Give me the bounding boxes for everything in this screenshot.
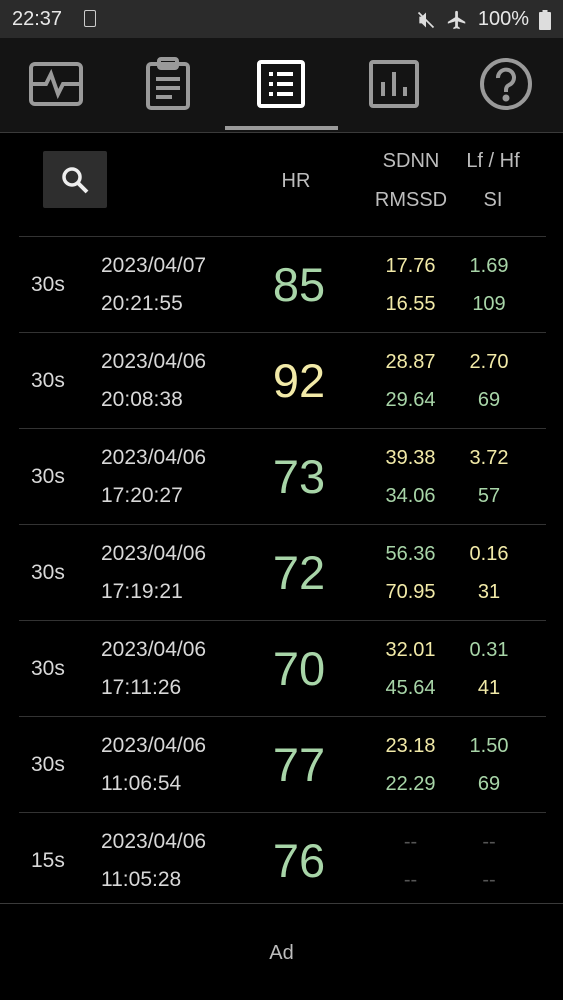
header-sdnn[interactable]: SDNN [369, 150, 453, 173]
sim-card-icon [84, 10, 96, 27]
date-label: 2023/04/06 [101, 350, 207, 373]
tab-statistics[interactable] [338, 38, 450, 130]
duration-label: 30s [31, 657, 65, 680]
tab-clipboard[interactable] [112, 38, 224, 130]
lfhf-value: -- [482, 831, 496, 853]
hr-value: 73 [272, 450, 326, 503]
status-time: 22:37 [12, 8, 63, 30]
sdnn-value: -- [403, 831, 418, 853]
si-value: 69 [477, 389, 501, 411]
lfhf-value: 0.31 [469, 639, 509, 661]
duration-label: 30s [31, 753, 65, 776]
si-value: 41 [477, 677, 501, 699]
active-tab-indicator [225, 126, 338, 130]
time-label: 17:20:27 [101, 484, 183, 507]
tab-help[interactable] [450, 38, 562, 130]
list-icon [257, 60, 305, 108]
list-item[interactable]: 15s 2023/04/06 11:05:28 76 -- -- -- -- [19, 812, 546, 908]
header-lfhf[interactable]: Lf / Hf [451, 150, 535, 173]
sdnn-value: 28.87 [385, 351, 436, 373]
list-item[interactable]: 30s 2023/04/06 17:20:27 73 39.38 34.06 3.72 57 [19, 428, 546, 524]
rmssd-value: 16.55 [385, 293, 436, 315]
list-item[interactable]: 30s 2023/04/06 17:19:21 72 56.36 70.95 0.16 31 [19, 524, 546, 620]
sdnn-value: 17.76 [385, 255, 436, 277]
search-icon [62, 166, 89, 193]
clipboard-icon [146, 57, 190, 110]
lfhf-value: 0.16 [469, 543, 509, 565]
sdnn-value: 32.01 [385, 639, 436, 661]
lfhf-value: 1.50 [469, 735, 509, 757]
lfhf-value: 1.69 [469, 255, 509, 277]
si-value: 57 [477, 485, 501, 507]
date-label: 2023/04/06 [101, 446, 207, 469]
sdnn-value: 39.38 [385, 447, 436, 469]
date-label: 2023/04/06 [101, 830, 207, 853]
status-bar: 22:37 100% [0, 0, 563, 38]
date-label: 2023/04/06 [101, 638, 207, 661]
ad-banner[interactable]: Ad [0, 942, 563, 965]
date-label: 2023/04/07 [101, 254, 207, 277]
date-label: 2023/04/06 [101, 542, 207, 565]
rmssd-value: 29.64 [385, 389, 436, 411]
duration-label: 30s [31, 465, 65, 488]
duration-label: 30s [31, 273, 65, 296]
tab-bar [0, 38, 563, 133]
tab-monitor[interactable] [0, 38, 112, 130]
mute-icon [417, 11, 434, 28]
duration-label: 30s [31, 561, 65, 584]
time-label: 11:06:54 [101, 772, 182, 795]
si-value: 69 [477, 773, 501, 795]
time-label: 20:21:55 [101, 292, 183, 315]
time-label: 20:08:38 [101, 388, 183, 411]
divider [0, 903, 563, 904]
battery-icon [539, 9, 551, 30]
bar-chart-icon [369, 60, 419, 108]
time-label: 17:11:26 [101, 676, 182, 699]
help-icon [480, 58, 532, 110]
hr-value: 70 [272, 642, 326, 695]
duration-label: 15s [31, 849, 65, 872]
date-label: 2023/04/06 [101, 734, 207, 757]
si-value: 109 [472, 293, 506, 315]
hr-value: 85 [272, 258, 326, 311]
lfhf-value: 2.70 [469, 351, 509, 373]
airplane-icon [447, 10, 466, 29]
rmssd-value: 34.06 [385, 485, 436, 507]
battery-percent: 100% [477, 8, 529, 30]
hr-value: 76 [272, 834, 326, 887]
rmssd-value: 22.29 [385, 773, 436, 795]
duration-label: 30s [31, 369, 65, 392]
list-item[interactable]: 30s 2023/04/06 11:06:54 77 23.18 22.29 1.50 69 [19, 716, 546, 812]
measurement-list: 30s 2023/04/07 20:21:55 85 17.76 16.55 1.69 109… [19, 236, 546, 908]
si-value: 31 [477, 581, 501, 603]
list-item[interactable]: 30s 2023/04/07 20:21:55 85 17.76 16.55 1.69 109 [19, 236, 546, 332]
rmssd-value: 70.95 [385, 581, 436, 603]
search-button[interactable] [43, 151, 107, 208]
hr-value: 92 [272, 354, 326, 407]
tab-list[interactable] [225, 38, 337, 130]
si-value: -- [482, 869, 496, 891]
header-hr[interactable]: HR [260, 170, 332, 193]
rmssd-value: -- [403, 869, 418, 891]
heart-monitor-icon [29, 62, 83, 106]
rmssd-value: 45.64 [385, 677, 436, 699]
sdnn-value: 56.36 [385, 543, 436, 565]
lfhf-value: 3.72 [469, 447, 509, 469]
hr-value: 72 [272, 546, 326, 599]
hr-value: 77 [272, 738, 326, 791]
sdnn-value: 23.18 [385, 735, 436, 757]
list-item[interactable]: 30s 2023/04/06 20:08:38 92 28.87 29.64 2.70 69 [19, 332, 546, 428]
time-label: 17:19:21 [101, 580, 183, 603]
list-item[interactable]: 30s 2023/04/06 17:11:26 70 32.01 45.64 0.31 41 [19, 620, 546, 716]
header-si[interactable]: SI [451, 189, 535, 212]
time-label: 11:05:28 [101, 868, 182, 891]
header-rmssd[interactable]: RMSSD [369, 189, 453, 212]
